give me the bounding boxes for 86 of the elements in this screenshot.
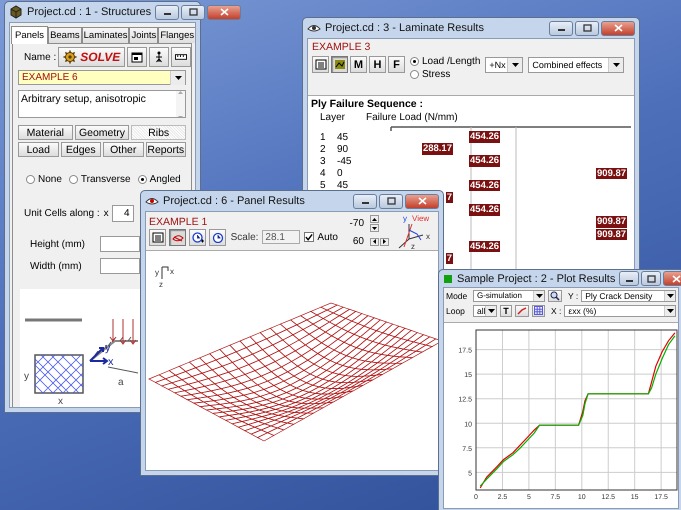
scale-field[interactable]: 28.1	[262, 230, 300, 244]
scale-label: Scale:	[230, 232, 258, 242]
ply-angle: 45	[337, 180, 350, 192]
axis-label: z	[411, 242, 415, 250]
axis-label: y	[403, 214, 407, 223]
text-button[interactable]: T	[500, 304, 512, 316]
tab[interactable]: Flanges	[158, 27, 195, 43]
failure-load-label: 909.87	[596, 168, 628, 180]
window-title: Project.cd : 1 - Structures	[27, 6, 152, 18]
failure-load-label: 454.26	[469, 204, 500, 216]
section-button[interactable]: Geometry	[74, 125, 130, 140]
failure-load-label: 454.26	[469, 155, 500, 167]
column-header: Failure Load (N/mm)	[366, 112, 458, 123]
tab[interactable]: Joints	[129, 27, 158, 43]
tab[interactable]: Laminates	[82, 27, 130, 43]
failure-load-label: 288.17	[422, 143, 453, 155]
effects-dropdown[interactable]: Combined effects	[528, 57, 624, 73]
radio-label: Transverse	[80, 174, 131, 185]
unit-cells-label: Unit Cells along :	[24, 208, 100, 219]
failure-load-label: 7	[446, 192, 453, 204]
dimension-label: a	[118, 377, 124, 388]
failure-load-label: 909.87	[596, 228, 628, 240]
axis-label: x	[104, 208, 109, 219]
description-field[interactable]: Arbitrary setup, anisotropic	[18, 90, 186, 118]
section-button[interactable]: Material	[18, 125, 73, 140]
y-axis-dropdown[interactable]: Ply Crack Density	[581, 290, 676, 302]
unit-cells-field[interactable]: 4	[112, 205, 134, 222]
section-button[interactable]: Other	[103, 142, 144, 157]
checkbox-label: Auto	[317, 232, 338, 242]
solve-button[interactable]: SOLVE	[58, 47, 126, 67]
radio-label: None	[38, 174, 62, 185]
radio-label: Angled	[150, 174, 181, 185]
loop-label: Loop	[446, 306, 466, 316]
ply-angle: 45	[337, 132, 350, 143]
y-axis-label: Y :	[568, 290, 578, 300]
axis-label: x	[426, 232, 430, 241]
ply-angle: -45	[337, 156, 352, 167]
layer-number: 1	[319, 132, 327, 143]
section-button[interactable]: Edges	[60, 142, 101, 157]
failure-load-label: 454.26	[469, 131, 500, 142]
tab[interactable]: Panels	[11, 26, 48, 44]
toolbar-button[interactable]: H	[369, 56, 386, 73]
name-label: Name :	[23, 52, 56, 62]
layer-number: 4	[319, 168, 327, 180]
x-axis-dropdown[interactable]: εxx (%)	[564, 304, 676, 316]
window-title: Project.cd : 3 - Laminate Results	[325, 22, 485, 34]
layer-number: 5	[319, 180, 327, 192]
rotation-value: -70	[348, 218, 364, 229]
name-dropdown[interactable]: EXAMPLE 6	[18, 70, 186, 85]
axis-label: x	[108, 356, 114, 368]
radio-label: Load /Length	[422, 56, 480, 67]
view-label: View	[412, 214, 430, 223]
mode-label: Mode	[446, 290, 468, 300]
radio-label: Stress	[422, 69, 450, 80]
tab[interactable]: Beams	[48, 27, 82, 43]
window-title: Sample Project : 2 - Plot Results	[457, 272, 616, 284]
axis-label: y	[155, 268, 159, 277]
section-button[interactable]: Reports	[146, 142, 186, 157]
failure-load-label: 454.26	[469, 240, 500, 252]
dimension-label: Width (mm)	[29, 260, 83, 272]
section-button[interactable]: Load	[18, 142, 58, 157]
ply-angle: 90	[337, 144, 350, 155]
dimension-label: Height (mm)	[29, 238, 86, 250]
rotation-value: 60	[352, 236, 364, 247]
axis-label: x	[58, 396, 63, 407]
loop-dropdown[interactable]: all	[473, 304, 497, 316]
failure-load-label: 7	[446, 252, 453, 264]
layer-number: 3	[319, 156, 327, 167]
axis-label: x	[170, 267, 174, 276]
axis-label: y	[24, 371, 29, 382]
layer-number: 2	[319, 144, 327, 155]
toolbar-button[interactable]: M	[350, 56, 367, 73]
section-title: Ply Failure Sequence :	[311, 98, 424, 110]
axis-label: z	[159, 280, 163, 289]
failure-load-label: 909.87	[596, 216, 628, 228]
window-title: Project.cd : 6 - Panel Results	[163, 195, 306, 207]
column-header: Layer	[319, 112, 346, 123]
x-axis-label: X :	[551, 306, 562, 316]
example-name: EXAMPLE 3	[312, 41, 372, 54]
load-component-dropdown[interactable]: +Nx	[485, 57, 524, 73]
section-button[interactable]: Ribs	[131, 125, 186, 140]
mode-dropdown[interactable]: G-simulation	[473, 290, 545, 302]
ply-angle: 0	[337, 168, 344, 180]
example-name: EXAMPLE 1	[149, 216, 208, 229]
failure-load-label: 454.26	[469, 180, 500, 192]
toolbar-button[interactable]: F	[388, 56, 405, 73]
